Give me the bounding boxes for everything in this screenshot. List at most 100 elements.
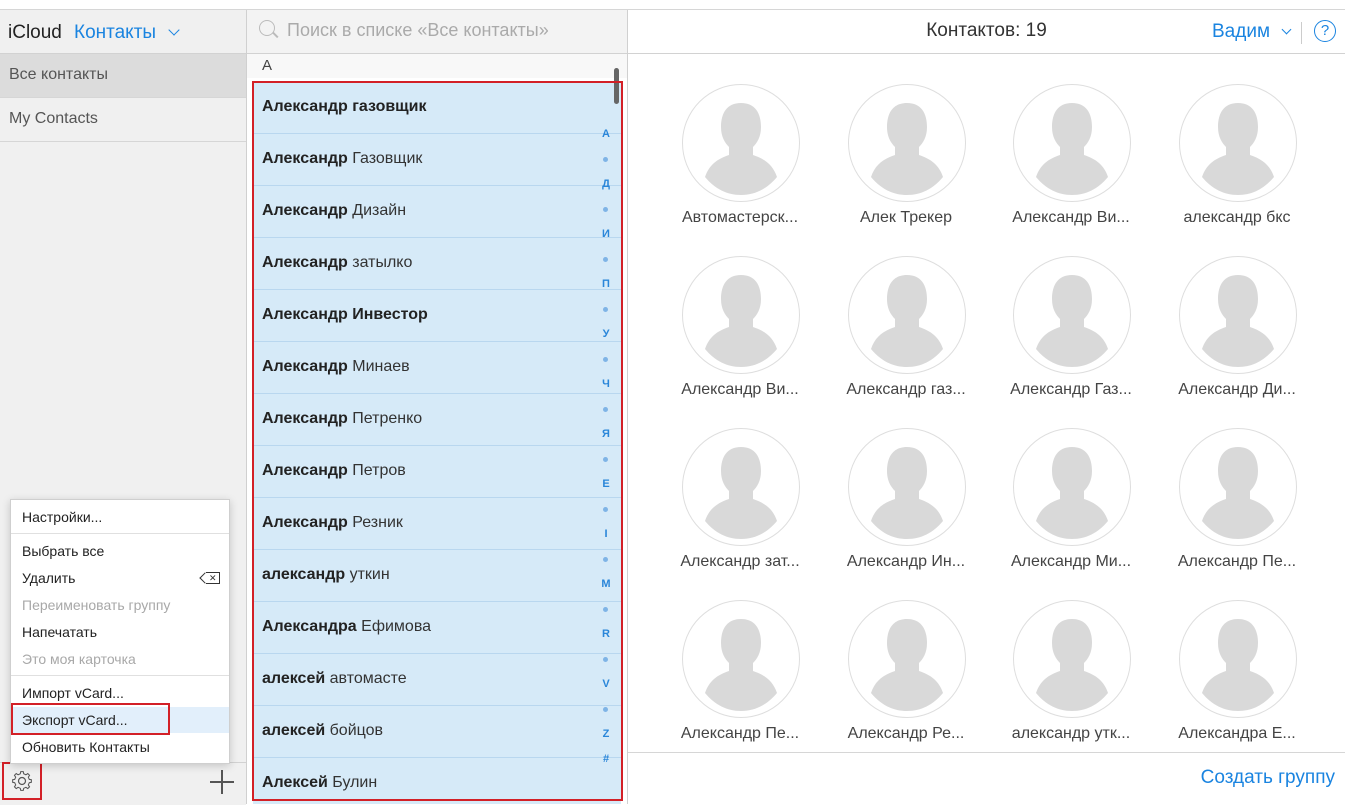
index-letter[interactable]: Ч <box>598 378 614 390</box>
list-item[interactable]: алексей бойцов <box>253 706 621 758</box>
index-dot <box>603 407 608 412</box>
contact-card[interactable]: александр бкс <box>1162 84 1312 244</box>
menu-item-label: Экспорт vCard... <box>22 712 128 728</box>
sidebar-group-all-contacts[interactable]: Все контакты <box>0 54 246 98</box>
contact-card-name: Александр Пе... <box>1177 553 1297 570</box>
contact-card[interactable]: Александр Газ... <box>996 256 1146 416</box>
contact-card[interactable]: Алек Трекер <box>831 84 981 244</box>
user-menu[interactable]: Вадим <box>1212 21 1270 43</box>
avatar <box>1179 256 1297 374</box>
index-letter[interactable]: Z <box>598 728 614 740</box>
list-item[interactable]: Александр Газовщик <box>253 134 621 186</box>
avatar <box>682 428 800 546</box>
index-letter[interactable]: П <box>598 278 614 290</box>
search-bar <box>247 10 627 54</box>
list-item[interactable]: Александр Петренко <box>253 394 621 446</box>
index-dot <box>603 707 608 712</box>
list-item[interactable]: Александр Минаев <box>253 342 621 394</box>
menu-item-settings[interactable]: Настройки... <box>11 504 229 530</box>
index-letter[interactable]: M <box>598 578 614 590</box>
contact-card[interactable]: Александр Пе... <box>1162 428 1312 588</box>
gear-icon[interactable] <box>4 764 40 798</box>
list-item[interactable]: Александр затылко <box>253 238 621 290</box>
avatar <box>848 256 966 374</box>
index-letter[interactable]: И <box>598 228 614 240</box>
avatar <box>1013 600 1131 718</box>
menu-item-label: Обновить Контакты <box>22 739 150 755</box>
search-input[interactable] <box>287 16 617 44</box>
list-item[interactable]: алексей автомасте <box>253 654 621 706</box>
person-silhouette-icon <box>1202 275 1274 367</box>
avatar <box>1013 428 1131 546</box>
menu-item-delete[interactable]: Удалить ✕ <box>11 565 229 591</box>
menu-item-print[interactable]: Напечатать <box>11 619 229 645</box>
settings-menu: Настройки... Выбрать все Удалить ✕ Переи… <box>10 499 230 764</box>
sidebar-header: iCloud Контакты <box>0 10 246 54</box>
grid-footer: Создать группу <box>628 752 1345 805</box>
contact-card[interactable]: Александр Ди... <box>1162 256 1312 416</box>
contacts-grid-pane: Контактов: 19 Вадим ? Автомастерск... Але… <box>628 10 1345 805</box>
list-item[interactable]: Александр Резник <box>253 498 621 550</box>
index-letter[interactable]: # <box>598 753 614 765</box>
contact-card[interactable]: Александр Ви... <box>996 84 1146 244</box>
settings-button[interactable] <box>2 762 42 800</box>
index-letter[interactable]: I <box>598 528 614 540</box>
contact-card[interactable]: Александр зат... <box>665 428 815 588</box>
sidebar-group-my-contacts[interactable]: My Contacts <box>0 98 246 142</box>
avatar <box>1179 600 1297 718</box>
contact-card[interactable]: Автомастерск... <box>665 84 815 244</box>
list-item[interactable]: Александра Ефимова <box>253 602 621 654</box>
list-item[interactable]: александр уткин <box>253 550 621 602</box>
chevron-down-icon[interactable] <box>168 24 180 36</box>
index-letter[interactable]: А <box>598 128 614 140</box>
create-group-button[interactable]: Создать группу <box>1201 767 1335 789</box>
index-letter[interactable]: V <box>598 678 614 690</box>
help-icon[interactable]: ? <box>1314 20 1336 42</box>
contact-card-name: александр бкс <box>1183 209 1291 226</box>
contact-card-name: Александр газ... <box>846 381 966 398</box>
menu-item-label: Это моя карточка <box>22 651 136 667</box>
index-letter[interactable]: Д <box>598 178 614 190</box>
list-scrollbar[interactable] <box>614 68 619 104</box>
contact-card[interactable]: Александр Ви... <box>665 256 815 416</box>
index-dot <box>603 307 608 312</box>
menu-item-refresh-contacts[interactable]: Обновить Контакты <box>11 734 229 760</box>
contact-card[interactable]: Александр Ин... <box>831 428 981 588</box>
app-switcher[interactable]: Контакты <box>74 22 156 44</box>
menu-item-import-vcard[interactable]: Импорт vCard... <box>11 680 229 706</box>
delete-key-icon: ✕ <box>206 572 220 584</box>
menu-item-export-vcard[interactable]: Экспорт vCard... <box>11 707 229 733</box>
add-contact-button[interactable] <box>210 770 234 794</box>
index-letter[interactable]: Я <box>598 428 614 440</box>
sidebar-group-label: Все контакты <box>9 66 108 83</box>
contact-card-name: Александр Ви... <box>681 381 799 398</box>
menu-item-label: Удалить <box>22 570 76 586</box>
person-silhouette-icon <box>871 275 943 367</box>
index-letter[interactable]: У <box>598 328 614 340</box>
person-silhouette-icon <box>871 447 943 539</box>
index-dot <box>603 357 608 362</box>
menu-item-label: Выбрать все <box>22 543 105 559</box>
contact-card[interactable]: александр утк... <box>996 600 1146 760</box>
contact-card-name: Александр Ин... <box>846 553 966 570</box>
list-item[interactable]: Александр Инвестор <box>253 290 621 342</box>
list-item[interactable]: Алексей Булин <box>253 758 621 804</box>
person-silhouette-icon <box>705 103 777 195</box>
menu-item-my-card: Это моя карточка <box>11 646 229 672</box>
contact-card[interactable]: Александр газ... <box>831 256 981 416</box>
menu-divider <box>11 533 229 534</box>
contact-card[interactable]: Александр Ре... <box>831 600 981 760</box>
contact-card[interactable]: Александр Пе... <box>665 600 815 760</box>
search-icon <box>259 20 275 36</box>
list-item[interactable]: Александр газовщик <box>253 82 621 134</box>
menu-item-label: Импорт vCard... <box>22 685 124 701</box>
menu-item-label: Настройки... <box>22 509 103 525</box>
index-letter[interactable]: R <box>598 628 614 640</box>
menu-item-select-all[interactable]: Выбрать все <box>11 538 229 564</box>
contact-card[interactable]: Александр Ми... <box>996 428 1146 588</box>
list-item[interactable]: Александр Дизайн <box>253 186 621 238</box>
list-item[interactable]: Александр Петров <box>253 446 621 498</box>
index-letter[interactable]: E <box>598 478 614 490</box>
menu-item-label: Напечатать <box>22 624 98 640</box>
contact-card[interactable]: Александра Е... <box>1162 600 1312 760</box>
